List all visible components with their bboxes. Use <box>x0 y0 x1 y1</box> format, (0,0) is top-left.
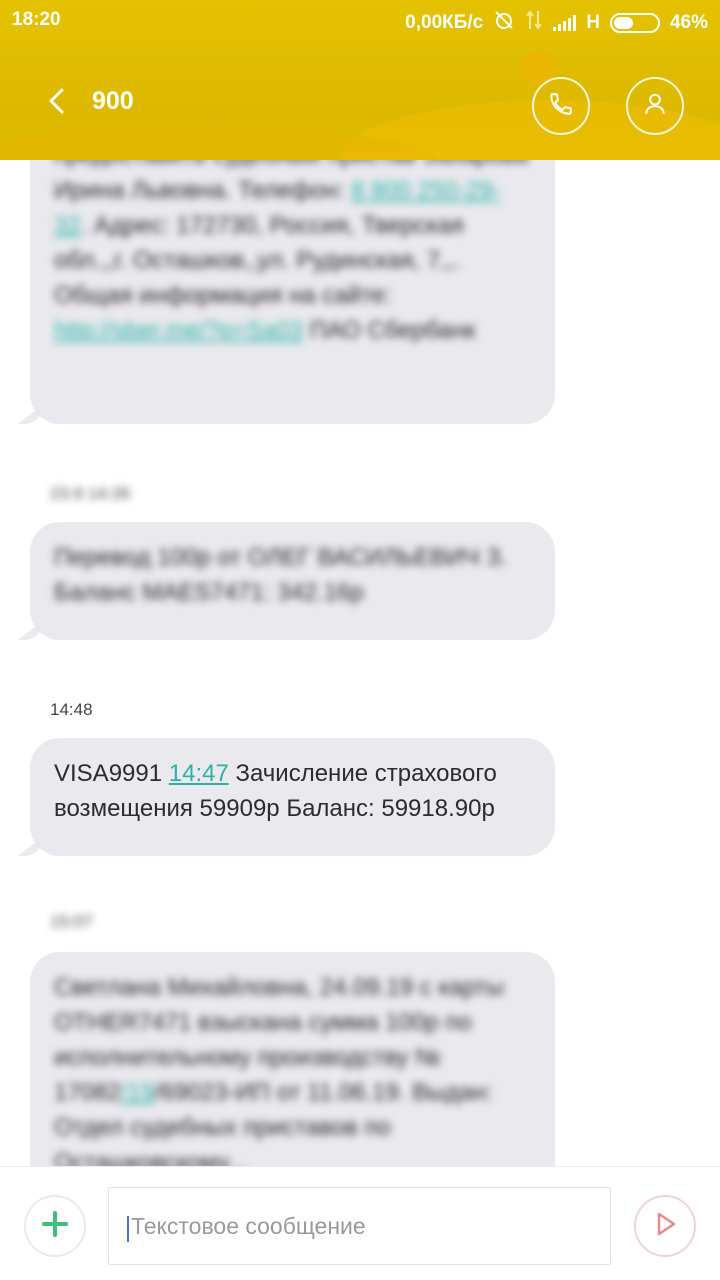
status-bar: 18:20 0,00КБ/с H 46% <box>0 0 720 40</box>
data-arrows-icon <box>525 9 543 37</box>
back-arrow-icon[interactable] <box>40 84 74 118</box>
url-link[interactable]: http://sber.me/?p=Sa03 <box>54 317 303 344</box>
message-link[interactable]: /19 <box>121 1079 154 1106</box>
signal-icon <box>553 15 577 31</box>
add-attachment-button[interactable] <box>24 1195 86 1257</box>
person-icon <box>642 91 668 122</box>
send-button[interactable] <box>634 1195 696 1257</box>
message-bubble[interactable]: Перевод 100р от ОЛЕГ ВАСИЛЬЕВИЧ З. Балан… <box>18 522 555 640</box>
app-header: 18:20 0,00КБ/с H 46% 900 <box>0 0 720 160</box>
message-input-field[interactable] <box>108 1187 611 1265</box>
plus-icon <box>40 1209 70 1244</box>
call-button[interactable] <box>532 77 590 135</box>
message-bubble[interactable]: VISA9991 14:47 Зачисление страхового воз… <box>18 738 555 856</box>
battery-icon <box>609 13 660 33</box>
time-link[interactable]: 14:47 <box>169 760 229 787</box>
alarm-off-icon <box>493 9 515 37</box>
message-bubble[interactable]: предоставить судебный пристав Захарова И… <box>18 160 555 424</box>
message-timestamp: 15:07 <box>50 912 93 931</box>
status-time: 18:20 <box>12 9 61 30</box>
message-input[interactable] <box>131 1206 591 1246</box>
toolbar: 900 <box>0 60 720 140</box>
text-cursor <box>127 1216 129 1242</box>
network-speed: 0,00КБ/с <box>405 12 484 33</box>
battery-fill <box>613 17 633 29</box>
bubble-tail <box>18 836 44 856</box>
status-indicators: 0,00КБ/с H 46% <box>405 9 708 37</box>
network-type: H <box>586 12 600 33</box>
battery-percent: 46% <box>669 12 708 33</box>
send-icon <box>651 1210 679 1243</box>
conversation-title: 900 <box>92 87 134 115</box>
message-text: предоставить судебный пристав Захарова И… <box>54 160 528 344</box>
message-text: Светлана Михайловна, 24.09.19 с карты OT… <box>54 974 504 1168</box>
message-timestamp: 14:48 <box>50 700 93 719</box>
message-text: VISA9991 14:47 Зачисление страхового воз… <box>54 760 497 822</box>
message-list[interactable]: предоставить судебный пристав Захарова И… <box>0 160 720 1168</box>
message-timestamp: 23.9 14:26 <box>50 484 131 503</box>
bubble-tail <box>18 620 44 640</box>
message-bubble[interactable]: Светлана Михайловна, 24.09.19 с карты OT… <box>30 952 555 1168</box>
composer-bar <box>0 1166 720 1280</box>
phone-icon <box>548 91 574 122</box>
bubble-tail <box>18 404 44 424</box>
message-text: Перевод 100р от ОЛЕГ ВАСИЛЬЕВИЧ З. Балан… <box>54 544 508 606</box>
contact-button[interactable] <box>626 77 684 135</box>
